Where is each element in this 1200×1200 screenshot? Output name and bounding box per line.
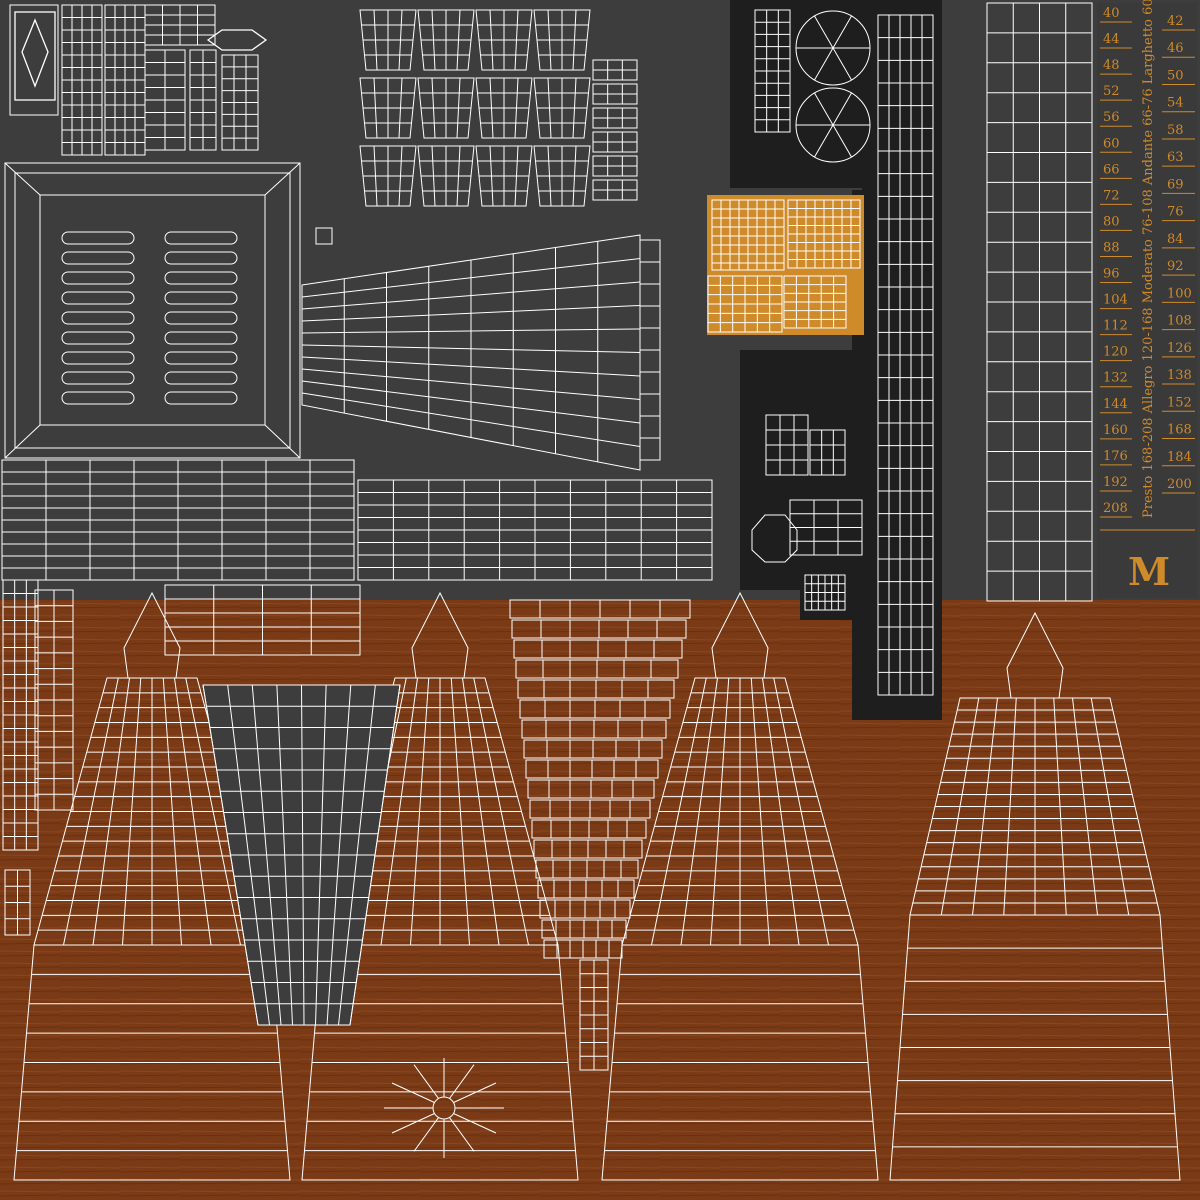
scale-number-right: 76 <box>1167 205 1184 220</box>
scale-number-left: 132 <box>1103 371 1128 386</box>
narrow-strip-island <box>2 579 39 851</box>
gold-uv-island <box>707 195 864 335</box>
scale-number-right: 184 <box>1167 450 1192 465</box>
scale-number-right: 200 <box>1167 477 1192 492</box>
scale-number-left: 60 <box>1103 136 1120 151</box>
scale-number-left: 40 <box>1103 6 1120 21</box>
scale-number-right: 42 <box>1167 14 1184 29</box>
scale-number-right: 100 <box>1167 286 1192 301</box>
scale-number-left: 66 <box>1103 162 1120 177</box>
scale-number-right: 69 <box>1167 177 1184 192</box>
scale-number-left: 72 <box>1103 188 1120 203</box>
scale-number-left: 208 <box>1103 501 1128 516</box>
scale-number-left: 144 <box>1103 397 1128 412</box>
uv-texture-map: 40 44 48 52 56 60 66 72 80 88 96 104 112 120 132 144 160… <box>0 0 1200 1200</box>
scale-number-left: 192 <box>1103 475 1128 490</box>
tall-panel-island <box>986 2 1093 602</box>
scale-number-left: 176 <box>1103 449 1128 464</box>
scale-number-left: 112 <box>1103 319 1128 334</box>
scale-number-right: 63 <box>1167 150 1184 165</box>
tempo-text: Presto 168-208 Allegro 120-168 Moderato … <box>1141 0 1156 518</box>
scale-number-right: 152 <box>1167 395 1192 410</box>
scale-number-right: 108 <box>1167 314 1192 329</box>
scale-number-left: 104 <box>1103 293 1128 308</box>
scale-number-left: 44 <box>1103 32 1120 47</box>
scale-number-right: 54 <box>1167 96 1184 111</box>
scale-number-right: 168 <box>1167 423 1192 438</box>
scale-number-left: 120 <box>1103 345 1128 360</box>
scale-number-left: 88 <box>1103 240 1120 255</box>
logo-letter: M <box>1128 549 1170 594</box>
scale-number-right: 126 <box>1167 341 1192 356</box>
scale-number-left: 52 <box>1103 84 1120 99</box>
scale-number-right: 138 <box>1167 368 1192 383</box>
scale-number-right: 58 <box>1167 123 1184 138</box>
scale-number-right: 84 <box>1167 232 1184 247</box>
scale-number-left: 80 <box>1103 214 1120 229</box>
scale-number-left: 56 <box>1103 110 1120 125</box>
scale-number-right: 50 <box>1167 68 1184 83</box>
scale-number-right: 92 <box>1167 259 1184 274</box>
tempo-scale-strip: 40 44 48 52 56 60 66 72 80 88 96 104 112 120 132 144 160… <box>1097 0 1197 598</box>
scale-number-left: 96 <box>1103 267 1120 282</box>
scale-number-right: 46 <box>1167 41 1184 56</box>
scale-number-left: 48 <box>1103 58 1120 73</box>
scale-number-left: 160 <box>1103 423 1128 438</box>
